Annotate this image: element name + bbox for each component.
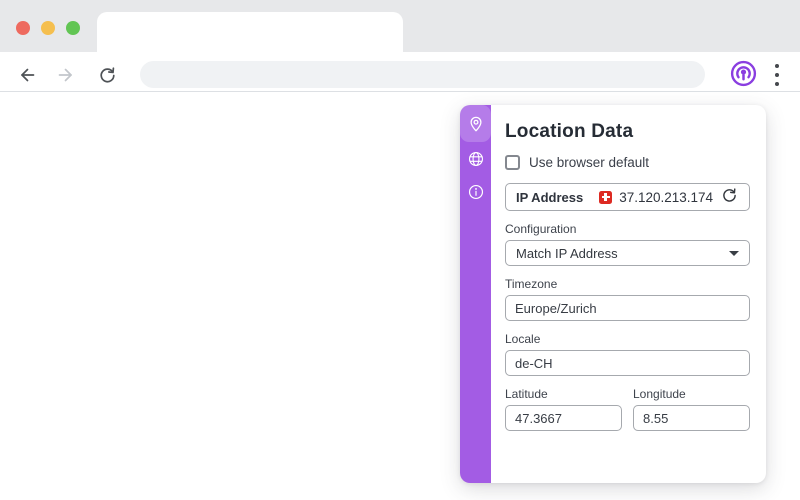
locale-label: Locale [505, 332, 541, 346]
timezone-group: Timezone [505, 277, 750, 321]
popup-body: Location Data Use browser default IP Add… [491, 105, 766, 483]
forward-arrow-icon [57, 66, 75, 84]
refresh-icon [721, 187, 738, 207]
configuration-select[interactable]: Match IP Address [505, 240, 750, 266]
window-chrome [0, 0, 800, 52]
forward-button[interactable] [51, 60, 81, 90]
ip-address-label: IP Address [516, 189, 584, 205]
timezone-input[interactable] [505, 295, 750, 321]
traffic-lights [16, 21, 80, 35]
ip-address-box: IP Address 37.120.213.174 [505, 183, 750, 211]
extension-logo-icon [729, 59, 758, 91]
longitude-label: Longitude [633, 387, 686, 401]
browser-menu-button[interactable] [771, 62, 783, 88]
maximize-window-button[interactable] [66, 21, 80, 35]
locale-group: Locale [505, 332, 750, 376]
use-browser-default-label: Use browser default [529, 155, 650, 170]
sidebar-tab-location[interactable] [460, 105, 491, 142]
vytal-extension-icon[interactable] [728, 60, 758, 90]
globe-icon [467, 150, 485, 168]
sidebar-tab-info[interactable] [460, 175, 491, 208]
info-icon [467, 183, 485, 201]
configuration-label: Configuration [505, 222, 577, 236]
address-bar[interactable] [140, 61, 705, 88]
configuration-group: Configuration Match IP Address [505, 222, 750, 266]
latitude-label: Latitude [505, 387, 548, 401]
latitude-input[interactable] [505, 405, 622, 431]
latitude-group: Latitude [505, 387, 622, 431]
sidebar-tab-globe[interactable] [460, 142, 491, 175]
location-pin-icon [467, 115, 485, 133]
close-window-button[interactable] [16, 21, 30, 35]
refresh-ip-button[interactable] [719, 187, 739, 207]
use-browser-default-row[interactable]: Use browser default [505, 155, 750, 170]
longitude-input[interactable] [633, 405, 750, 431]
reload-button[interactable] [92, 60, 122, 90]
coordinates-group: Latitude Longitude [505, 387, 750, 431]
popup-title: Location Data [505, 121, 634, 142]
minimize-window-button[interactable] [41, 21, 55, 35]
use-browser-default-checkbox[interactable] [505, 155, 520, 170]
locale-input[interactable] [505, 350, 750, 376]
back-arrow-icon [18, 66, 36, 84]
configuration-value: Match IP Address [516, 245, 618, 261]
browser-tab[interactable] [97, 12, 403, 52]
swiss-flag-icon [599, 190, 613, 204]
timezone-label: Timezone [505, 277, 558, 291]
chevron-down-icon [729, 250, 739, 256]
reload-icon [98, 66, 117, 85]
popup-sidebar [460, 105, 491, 483]
back-button[interactable] [12, 60, 42, 90]
ip-address-value: 37.120.213.174 [619, 189, 714, 205]
extension-popup: Location Data Use browser default IP Add… [460, 105, 766, 483]
longitude-group: Longitude [633, 387, 750, 431]
